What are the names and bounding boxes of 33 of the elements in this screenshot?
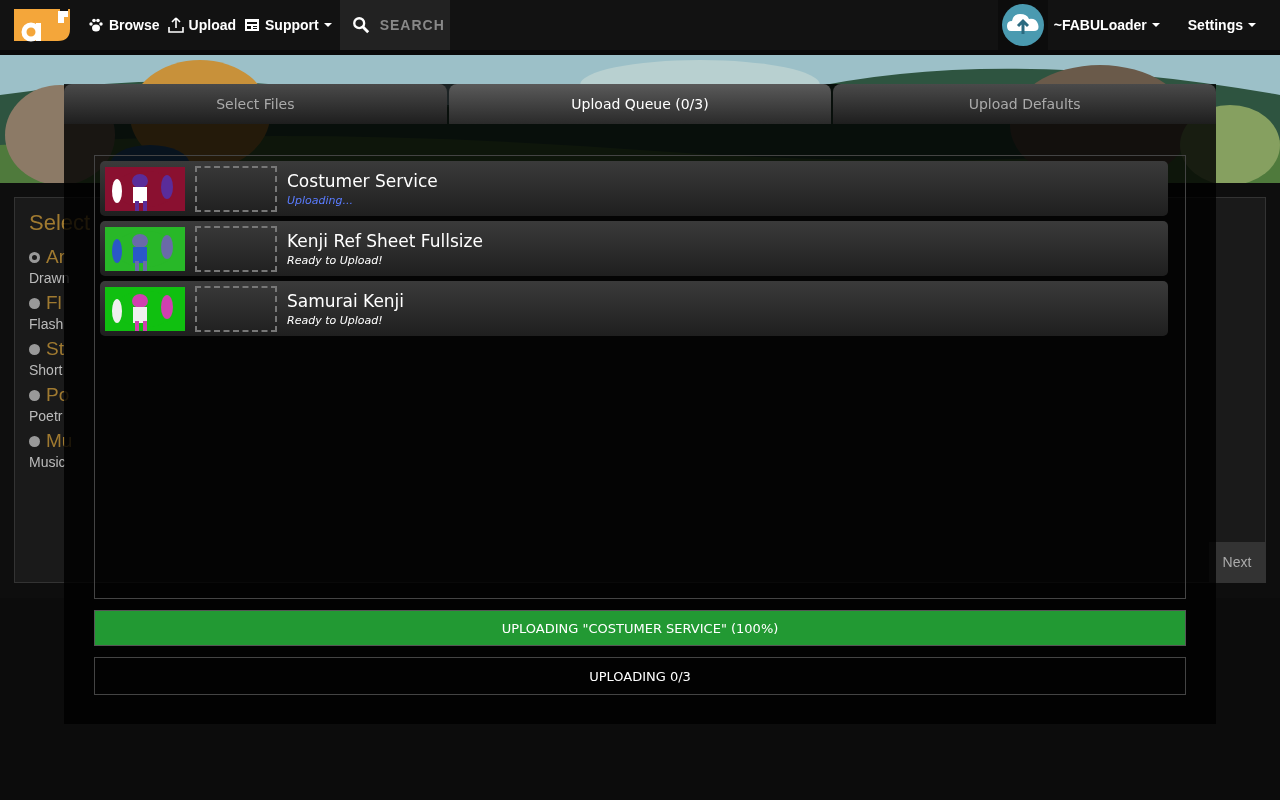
option-description: Poetr — [29, 408, 63, 424]
caret-icon — [1151, 23, 1160, 27]
radio-option[interactable]: Fl — [29, 292, 62, 314]
newspaper-icon — [244, 17, 261, 33]
radio-option[interactable]: Ar — [29, 246, 65, 268]
file-title: Kenji Ref Sheet Fullsize — [287, 230, 483, 251]
option-description: Flash — [29, 316, 64, 332]
summary-text: UPLOADING 0/3 — [589, 668, 691, 684]
upload-status: Ready to Upload! — [287, 313, 384, 327]
radio-option[interactable]: Po — [29, 384, 70, 406]
option-description: Music — [29, 454, 66, 470]
paw-icon — [88, 17, 104, 33]
settings-menu[interactable]: Settings — [1183, 17, 1260, 33]
radio-option[interactable]: Mu — [29, 430, 73, 452]
caret-icon — [323, 23, 332, 27]
nav-link[interactable]: Browse — [84, 17, 164, 33]
search-icon — [351, 16, 370, 34]
search-field[interactable]: SEARCH — [339, 0, 450, 50]
queue-item[interactable]: Kenji Ref Sheet Fullsize Ready to Upload! — [100, 221, 1168, 276]
nav-link[interactable]: Upload — [163, 17, 241, 33]
upload-status: Uploading... — [287, 193, 355, 207]
nav-link[interactable]: Support — [240, 17, 336, 33]
upload-status: Ready to Upload! — [287, 253, 384, 267]
user-menu[interactable]: ~FABULoader — [1049, 17, 1164, 33]
progress-label: UPLOADING "COSTUMER SERVICE" (100%) — [501, 620, 779, 636]
caret-icon — [1248, 23, 1256, 27]
file-title: Samurai Kenji — [287, 290, 405, 311]
upload-icon — [167, 17, 184, 33]
avatar-icon[interactable] — [997, 0, 1048, 50]
option-description: Drawn — [29, 270, 70, 286]
option-description: Short — [29, 362, 63, 378]
queue-item[interactable]: Samurai Kenji Ready to Upload! — [100, 281, 1168, 336]
radio-option[interactable]: St — [29, 338, 64, 360]
